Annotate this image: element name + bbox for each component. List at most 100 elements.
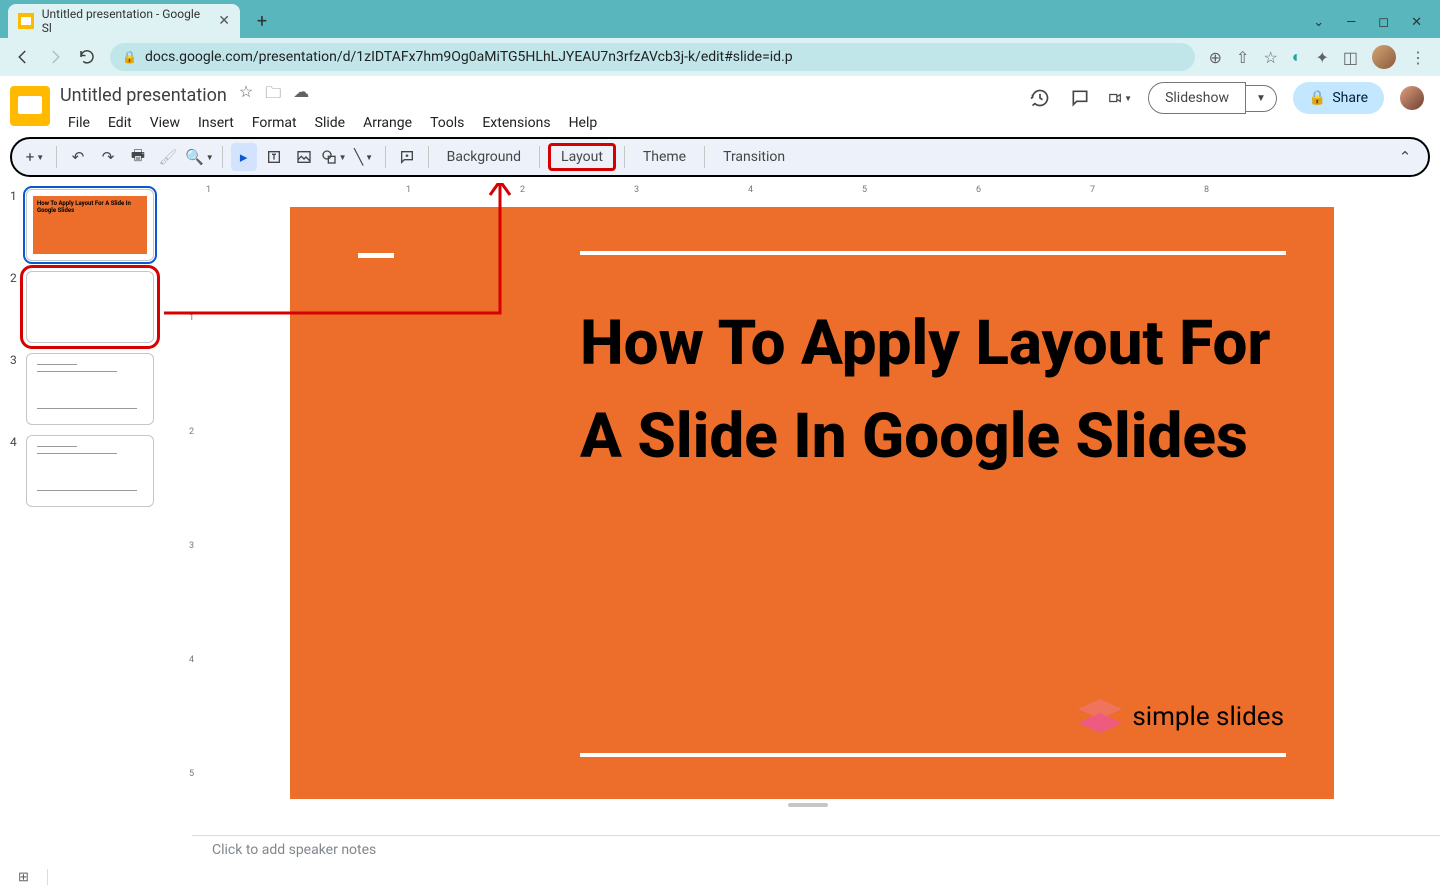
slideshow-label[interactable]: Slideshow: [1148, 82, 1246, 114]
menu-edit[interactable]: Edit: [100, 111, 140, 135]
version-history-icon[interactable]: [1028, 86, 1052, 110]
layout-button[interactable]: Layout: [548, 143, 616, 171]
thumb-number: 3: [10, 353, 20, 367]
bottom-bar: ⊞: [0, 865, 1440, 889]
slide-accent-line: [358, 253, 394, 258]
menu-extensions[interactable]: Extensions: [474, 111, 558, 135]
share-button[interactable]: 🔒 Share: [1293, 82, 1384, 114]
thumb-slide-2[interactable]: [26, 271, 154, 343]
url-text: docs.google.com/presentation/d/1zIDTAFx7…: [145, 49, 793, 65]
image-tool[interactable]: [291, 143, 317, 171]
slide-bottom-divider: [580, 753, 1286, 757]
star-icon[interactable]: ☆: [239, 82, 253, 109]
browser-tab[interactable]: Untitled presentation - Google Sl ✕: [8, 4, 240, 38]
address-bar: 🔒 docs.google.com/presentation/d/1zIDTAF…: [0, 38, 1440, 76]
tab-title: Untitled presentation - Google Sl: [42, 7, 211, 35]
new-slide-button[interactable]: +▼: [22, 143, 48, 171]
back-button[interactable]: [14, 48, 32, 66]
slide-thumbnails: 1 How To Apply Layout For A Slide In Goo…: [0, 183, 176, 835]
logo-mark-icon: [1078, 699, 1122, 735]
thumb-number: 1: [10, 189, 20, 203]
close-tab-icon[interactable]: ✕: [218, 13, 230, 29]
reload-button[interactable]: [78, 48, 96, 66]
thumb-slide-1[interactable]: How To Apply Layout For A Slide In Googl…: [26, 189, 154, 261]
bookmark-icon[interactable]: ☆: [1263, 48, 1277, 67]
close-window-icon[interactable]: ✕: [1411, 15, 1422, 30]
slide-top-divider: [580, 251, 1286, 255]
chevron-down-icon[interactable]: ⌄: [1313, 15, 1324, 30]
slide-title[interactable]: How To Apply Layout For A Slide In Googl…: [580, 297, 1274, 483]
collapse-toolbar-icon[interactable]: ⌃: [1392, 143, 1418, 171]
menu-tools[interactable]: Tools: [422, 111, 472, 135]
toolbar: +▼ ↶ ↷ 🖶 🖌 🔍▼ ▸ ▼ ╲▼ Background Layout T…: [10, 137, 1430, 177]
speaker-notes[interactable]: Click to add speaker notes: [192, 835, 1440, 865]
sidepanel-icon[interactable]: ◫: [1343, 48, 1358, 67]
menu-slide[interactable]: Slide: [307, 111, 353, 135]
url-input[interactable]: 🔒 docs.google.com/presentation/d/1zIDTAF…: [110, 43, 1195, 71]
thumb-number: 2: [10, 271, 20, 285]
logo-text: simple slides: [1132, 702, 1284, 732]
menu-insert[interactable]: Insert: [190, 111, 242, 135]
paint-format-button[interactable]: 🖌: [155, 143, 181, 171]
undo-button[interactable]: ↶: [65, 143, 91, 171]
browser-menu-icon[interactable]: ⋮: [1410, 48, 1426, 67]
slide-main[interactable]: How To Apply Layout For A Slide In Googl…: [290, 207, 1334, 799]
thumb-number: 4: [10, 435, 20, 449]
meet-icon[interactable]: ▼: [1108, 86, 1132, 110]
transition-button[interactable]: Transition: [713, 143, 795, 171]
cloud-status-icon: ☁: [293, 82, 309, 109]
background-button[interactable]: Background: [437, 143, 531, 171]
menu-view[interactable]: View: [142, 111, 188, 135]
horizontal-ruler: 1 1 2 3 4 5 6 7 8: [196, 183, 1440, 201]
lock-icon: 🔒: [1309, 90, 1326, 106]
slides-favicon: [18, 13, 34, 29]
comment-tool[interactable]: [394, 143, 420, 171]
share-label: Share: [1332, 90, 1368, 106]
menu-help[interactable]: Help: [561, 111, 606, 135]
line-tool[interactable]: ╲▼: [351, 143, 377, 171]
menubar: File Edit View Insert Format Slide Arran…: [60, 111, 1018, 135]
slideshow-dropdown[interactable]: ▼: [1246, 85, 1277, 112]
shape-tool[interactable]: ▼: [321, 143, 347, 171]
profile-avatar[interactable]: [1372, 45, 1396, 69]
textbox-tool[interactable]: [261, 143, 287, 171]
lock-icon: 🔒: [122, 50, 137, 64]
content-area: 1 How To Apply Layout For A Slide In Goo…: [0, 183, 1440, 835]
thumb-slide-3[interactable]: [26, 353, 154, 425]
editor: 1 2 3 4 5 1 1 2 3 4 5 6 7 8 How: [176, 183, 1440, 835]
zoom-button[interactable]: 🔍▼: [185, 143, 214, 171]
redo-button[interactable]: ↷: [95, 143, 121, 171]
print-button[interactable]: 🖶: [125, 143, 151, 171]
share-page-icon[interactable]: ⇧: [1236, 48, 1249, 67]
zoom-icon[interactable]: ⊕: [1209, 48, 1222, 67]
doc-title[interactable]: Untitled presentation: [60, 85, 227, 106]
thumb-1-content: How To Apply Layout For A Slide In Googl…: [33, 196, 147, 254]
app-header: Untitled presentation ☆ 🗀 ☁ File Edit Vi…: [0, 76, 1440, 135]
menu-file[interactable]: File: [60, 111, 98, 135]
slideshow-button[interactable]: Slideshow ▼: [1148, 82, 1277, 114]
menu-arrange[interactable]: Arrange: [355, 111, 420, 135]
maximize-icon[interactable]: ◻: [1378, 15, 1389, 30]
window-controls: ⌄ — ◻ ✕: [1313, 15, 1440, 38]
slides-logo[interactable]: [10, 86, 50, 126]
canvas[interactable]: How To Apply Layout For A Slide In Googl…: [196, 201, 1440, 835]
browser-tab-strip: Untitled presentation - Google Sl ✕ + ⌄ …: [0, 0, 1440, 38]
grid-view-icon[interactable]: ⊞: [18, 870, 29, 885]
notes-resize-handle[interactable]: [788, 803, 828, 807]
layout-label: Layout: [551, 149, 613, 165]
account-avatar[interactable]: [1400, 86, 1424, 110]
extensions-icon[interactable]: ✦: [1315, 48, 1328, 67]
select-tool[interactable]: ▸: [231, 143, 257, 171]
theme-button[interactable]: Theme: [633, 143, 696, 171]
new-tab-button[interactable]: +: [248, 7, 276, 35]
comments-icon[interactable]: [1068, 86, 1092, 110]
forward-button[interactable]: [46, 48, 64, 66]
simple-slides-logo: simple slides: [1078, 699, 1284, 735]
extension-icon[interactable]: ◐: [1292, 47, 1302, 67]
minimize-icon[interactable]: —: [1346, 15, 1356, 30]
thumb-slide-4[interactable]: [26, 435, 154, 507]
vertical-ruler: 1 2 3 4 5: [176, 183, 196, 835]
move-icon[interactable]: 🗀: [265, 82, 281, 109]
menu-format[interactable]: Format: [244, 111, 305, 135]
notes-placeholder: Click to add speaker notes: [212, 842, 376, 858]
